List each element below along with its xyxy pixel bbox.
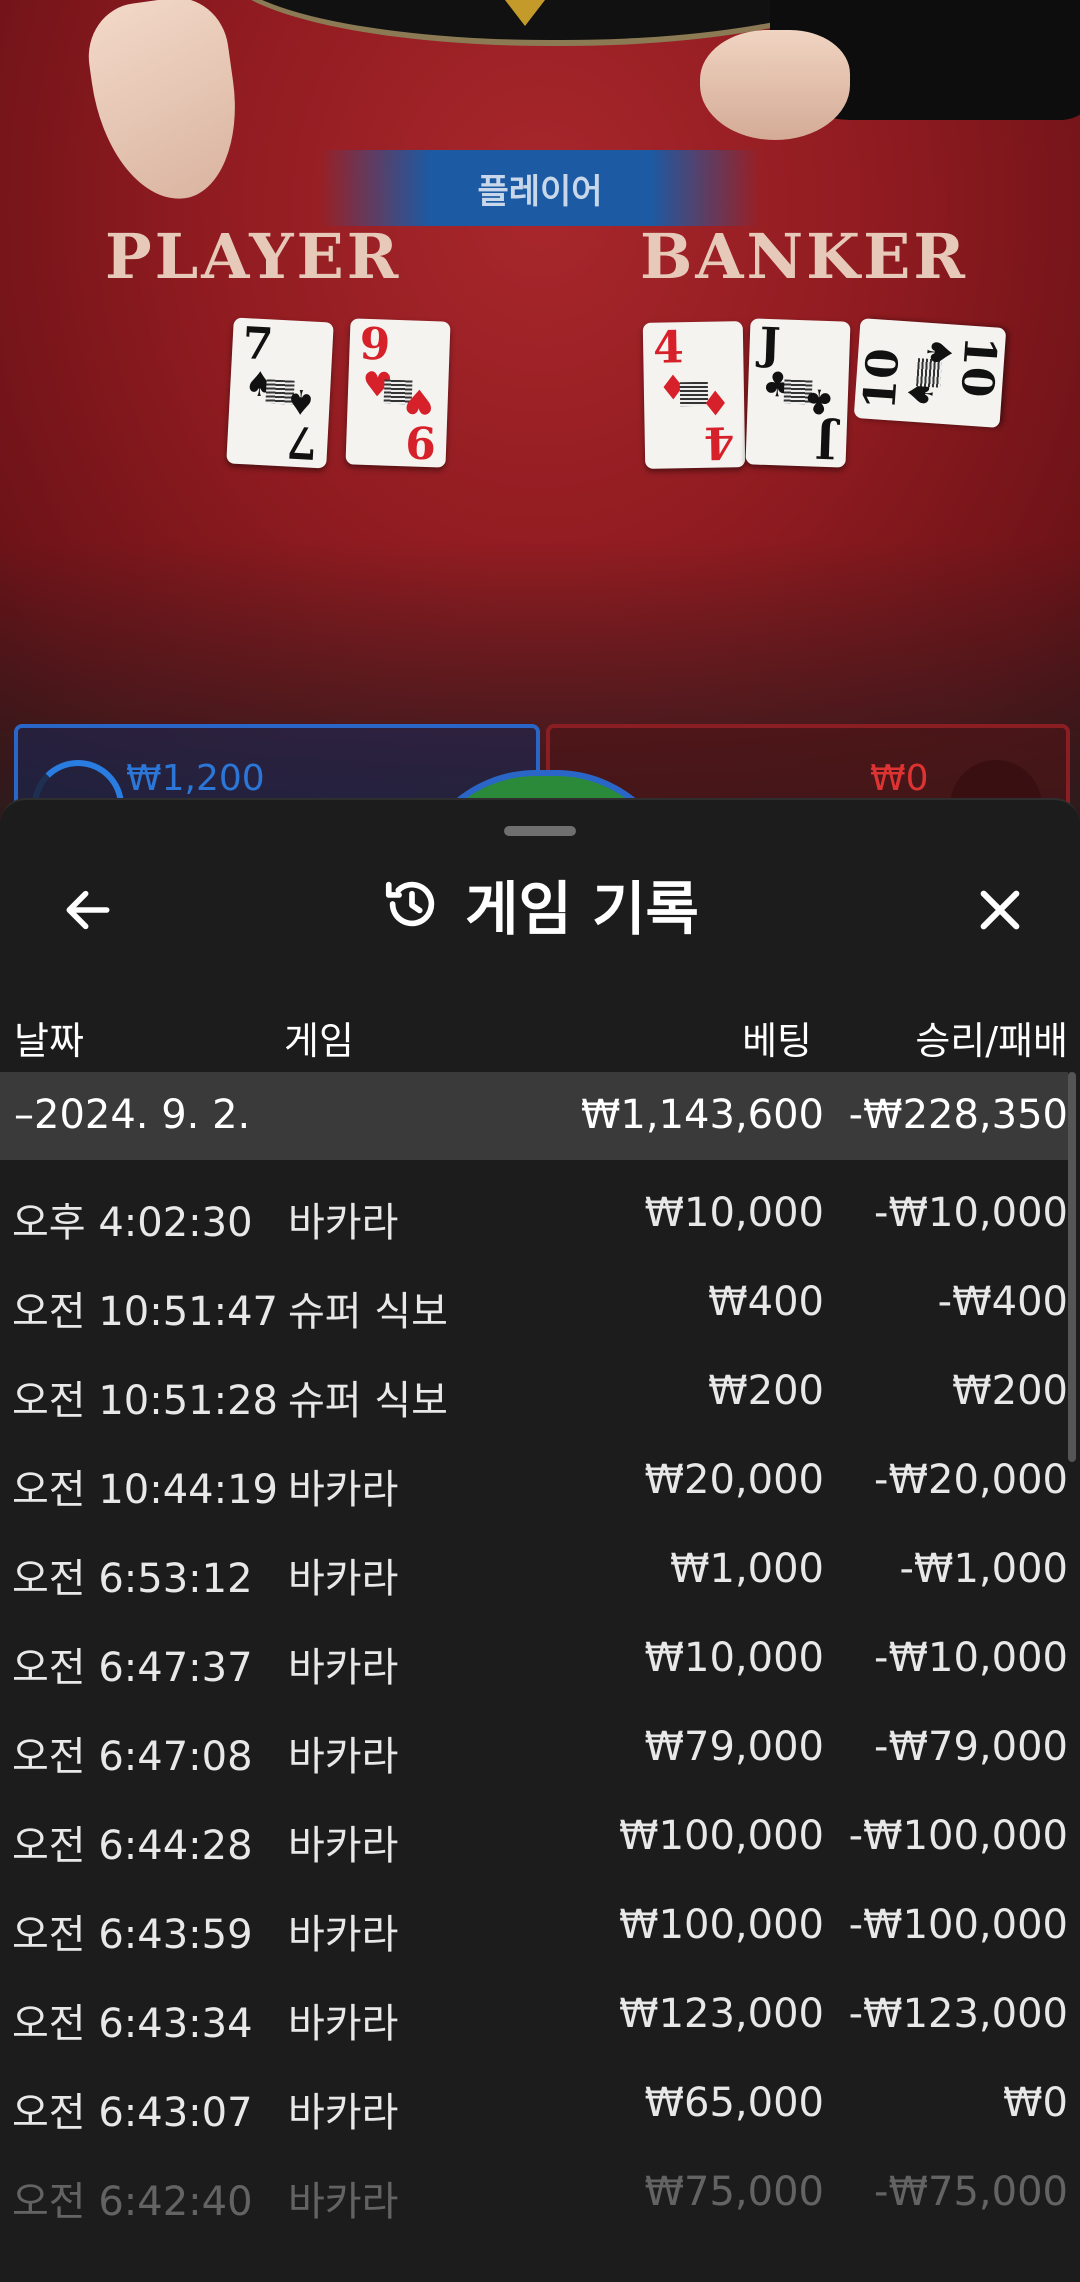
- row-bet: ₩400: [708, 1279, 824, 1325]
- banker-card-1: 4 ♦ 4 ♦: [642, 321, 746, 469]
- history-row[interactable]: 오전 6:47:37 바카라 ₩10,000 -₩10,000: [0, 1605, 1068, 1694]
- row-winloss: -₩1,000: [899, 1546, 1069, 1592]
- history-row[interactable]: 오전 6:47:08 바카라 ₩79,000 -₩79,000: [0, 1694, 1068, 1783]
- row-time: 오전 6:47:08: [12, 1734, 253, 1780]
- row-game: 바카라: [288, 1467, 399, 1513]
- row-bet: ₩65,000: [644, 2080, 824, 2126]
- row-time: 오전 6:47:37: [12, 1645, 253, 1691]
- row-time: 오전 10:44:19: [12, 1467, 278, 1513]
- row-winloss: -₩100,000: [848, 1902, 1068, 1948]
- row-game: 슈퍼 식보: [288, 1289, 448, 1335]
- date-group-row[interactable]: –2024. 9. 2. ₩1,143,600 -₩228,350: [0, 1072, 1068, 1160]
- row-time: 오전 6:44:28: [12, 1823, 253, 1869]
- row-bet: ₩10,000: [644, 1635, 824, 1681]
- row-bet: ₩100,000: [619, 1813, 824, 1859]
- sheet-title-wrap: 게임 기록: [0, 862, 1080, 946]
- row-time: 오전 6:53:12: [12, 1556, 253, 1602]
- banker-bet-amount: ₩0: [870, 758, 929, 799]
- player-bet-amount: ₩1,200: [126, 758, 265, 799]
- history-row[interactable]: 오전 6:42:40 바카라 ₩75,000 -₩75,000: [0, 2139, 1068, 2228]
- dealer-hand-left: [81, 0, 249, 209]
- history-row[interactable]: 오전 10:44:19 바카라 ₩20,000 -₩20,000: [0, 1427, 1068, 1516]
- history-row[interactable]: 오전 6:43:59 바카라 ₩100,000 -₩100,000: [0, 1872, 1068, 1961]
- row-game: 바카라: [288, 2001, 399, 2047]
- banker-card-2: J ♣ J ♣: [745, 318, 851, 468]
- result-banner: 플레이어: [320, 150, 760, 226]
- row-game: 바카라: [288, 1823, 399, 1869]
- row-bet: ₩123,000: [619, 1991, 824, 2037]
- row-bet: ₩100,000: [619, 1902, 824, 1948]
- row-winloss: -₩75,000: [874, 2169, 1068, 2215]
- row-game: 바카라: [288, 2179, 399, 2225]
- row-winloss: -₩123,000: [848, 1991, 1068, 2037]
- row-bet: ₩20,000: [644, 1457, 824, 1503]
- close-button[interactable]: [960, 870, 1040, 950]
- row-time: 오전 10:51:28: [12, 1378, 278, 1424]
- row-game: 바카라: [288, 2090, 399, 2136]
- row-bet: ₩1,000: [669, 1546, 824, 1592]
- history-row[interactable]: 오전 6:43:07 바카라 ₩65,000 ₩0: [0, 2050, 1068, 2139]
- row-time: 오전 6:43:07: [12, 2090, 253, 2136]
- column-winloss: 승리/패배: [915, 1019, 1068, 1063]
- dealer-hand-right: [700, 30, 850, 140]
- row-winloss: -₩10,000: [874, 1635, 1068, 1681]
- row-winloss: -₩20,000: [874, 1457, 1068, 1503]
- history-list: 오후 4:02:30 바카라 ₩10,000 -₩10,000 오전 10:51…: [0, 1160, 1068, 2228]
- row-bet: ₩79,000: [644, 1724, 824, 1770]
- row-winloss: ₩0: [1003, 2080, 1068, 2126]
- date-group-winloss-total: -₩228,350: [848, 1092, 1068, 1138]
- row-bet: ₩75,000: [644, 2169, 824, 2215]
- scrollbar[interactable]: [1068, 1072, 1076, 1462]
- row-game: 바카라: [288, 1912, 399, 1958]
- row-time: 오전 10:51:47: [12, 1289, 278, 1335]
- row-winloss: ₩200: [952, 1368, 1068, 1414]
- row-game: 바카라: [288, 1200, 399, 1246]
- row-winloss: -₩10,000: [874, 1190, 1068, 1236]
- sheet-header: 게임 기록: [0, 850, 1080, 970]
- history-column-headers: 날짜 게임 베팅 승리/패배: [0, 992, 1080, 1072]
- date-group-bet-total: ₩1,143,600: [580, 1092, 824, 1138]
- player-label: PLAYER: [105, 220, 402, 293]
- column-date: 날짜: [14, 1019, 84, 1063]
- row-winloss: -₩100,000: [848, 1813, 1068, 1859]
- history-row[interactable]: 오후 4:02:30 바카라 ₩10,000 -₩10,000: [0, 1160, 1068, 1249]
- history-row[interactable]: 오전 10:51:28 슈퍼 식보 ₩200 ₩200: [0, 1338, 1068, 1427]
- row-time: 오전 6:42:40: [12, 2179, 253, 2225]
- history-row[interactable]: 오전 10:51:47 슈퍼 식보 ₩400 -₩400: [0, 1249, 1068, 1338]
- row-time: 오전 6:43:59: [12, 1912, 253, 1958]
- history-row[interactable]: 오전 6:53:12 바카라 ₩1,000 -₩1,000: [0, 1516, 1068, 1605]
- row-time: 오후 4:02:30: [12, 1200, 253, 1246]
- history-row[interactable]: 오전 6:43:34 바카라 ₩123,000 -₩123,000: [0, 1961, 1068, 2050]
- player-card-2: 9 ♥ 9 ♥: [345, 318, 451, 468]
- column-game: 게임: [284, 1019, 354, 1063]
- row-game: 슈퍼 식보: [288, 1378, 448, 1424]
- row-winloss: -₩79,000: [874, 1724, 1068, 1770]
- history-row[interactable]: 오전 6:44:28 바카라 ₩100,000 -₩100,000: [0, 1783, 1068, 1872]
- row-winloss: -₩400: [937, 1279, 1068, 1325]
- game-table: 플레이어 PLAYER BANKER 7 ♠ 7 ♠ 9 ♥ 9 ♥ 4 ♦ 4…: [0, 0, 1080, 820]
- game-history-sheet: 게임 기록 날짜 게임 베팅 승리/패배 –2024. 9. 2. ₩1,143…: [0, 798, 1080, 2282]
- close-icon: [980, 890, 1020, 930]
- date-group-date: –2024. 9. 2.: [14, 1092, 251, 1138]
- row-bet: ₩200: [708, 1368, 824, 1414]
- column-bet: 베팅: [742, 1019, 812, 1063]
- banker-card-3: 10 ♠ 10 ♠: [853, 318, 1007, 428]
- sheet-title: 게임 기록: [465, 875, 699, 943]
- row-time: 오전 6:43:34: [12, 2001, 253, 2047]
- drag-handle[interactable]: [504, 826, 576, 836]
- player-card-1: 7 ♠ 7 ♠: [226, 317, 334, 469]
- row-game: 바카라: [288, 1645, 399, 1691]
- row-game: 바카라: [288, 1556, 399, 1602]
- history-icon: [386, 881, 435, 927]
- row-game: 바카라: [288, 1734, 399, 1780]
- banker-label: BANKER: [640, 220, 968, 293]
- row-bet: ₩10,000: [644, 1190, 824, 1236]
